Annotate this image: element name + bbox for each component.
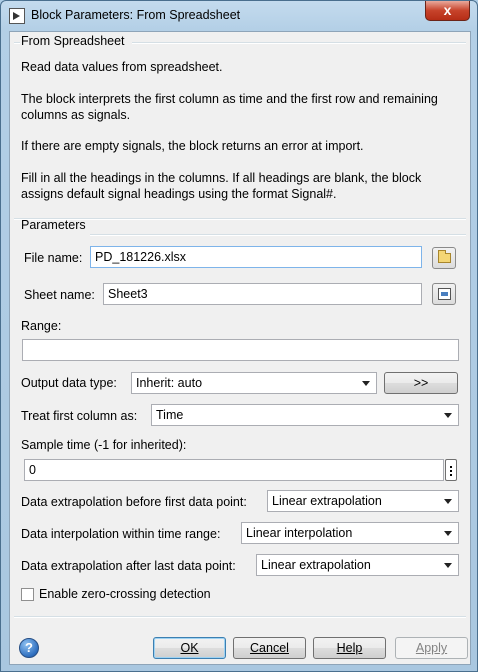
ok-button[interactable]: OK [153, 637, 226, 659]
dialog-client: From Spreadsheet Read data values from s… [9, 31, 471, 665]
chevron-down-icon [444, 499, 452, 504]
file-name-input[interactable]: PD_181226.xlsx [90, 246, 422, 268]
simulink-block-icon [9, 8, 25, 24]
select-sheet-button[interactable] [432, 283, 456, 305]
interpolation-value: Linear interpolation [246, 526, 353, 540]
extrapolation-before-dropdown[interactable]: Linear extrapolation [267, 490, 459, 512]
extrapolation-after-value: Linear extrapolation [261, 558, 371, 572]
file-name-label: File name: [24, 251, 83, 265]
description-line: If there are empty signals, the block re… [21, 139, 364, 153]
close-button[interactable]: x [425, 1, 470, 21]
browse-file-button[interactable] [432, 247, 456, 269]
spreadsheet-icon [438, 288, 451, 300]
sample-time-label: Sample time (-1 for inherited): [21, 438, 187, 452]
treat-first-column-value: Time [156, 408, 184, 422]
apply-button-label: Apply [415, 641, 448, 655]
extrapolation-after-label: Data extrapolation after last data point… [21, 559, 236, 573]
block-group-title: From Spreadsheet [21, 34, 125, 48]
zero-crossing-label[interactable]: Enable zero-crossing detection [39, 587, 211, 601]
title-bar[interactable]: Block Parameters: From Spreadsheet x [1, 1, 477, 31]
window-title: Block Parameters: From Spreadsheet [31, 8, 241, 22]
treat-first-column-dropdown[interactable]: Time [151, 404, 459, 426]
group-divider [14, 42, 20, 44]
output-data-type-value: Inherit: auto [136, 376, 203, 390]
sample-time-input[interactable]: 0 [24, 459, 444, 481]
chevron-down-icon [444, 531, 452, 536]
interpolation-dropdown[interactable]: Linear interpolation [241, 522, 459, 544]
range-label: Range: [21, 319, 62, 333]
zero-crossing-checkbox[interactable] [21, 588, 34, 601]
sheet-name-label: Sheet name: [24, 288, 95, 302]
apply-button[interactable]: Apply [395, 637, 468, 659]
interpolation-label: Data interpolation within time range: [21, 527, 221, 541]
cancel-button-label: Cancel [250, 641, 289, 655]
description-line: Read data values from spreadsheet. [21, 60, 223, 74]
sample-time-options-button[interactable] [445, 459, 457, 481]
extrapolation-before-label: Data extrapolation before first data poi… [21, 495, 247, 509]
group-divider [132, 42, 466, 44]
dialog-window: Block Parameters: From Spreadsheet x Fro… [0, 0, 478, 672]
help-icon[interactable]: ? [19, 638, 39, 658]
range-input[interactable] [22, 339, 459, 361]
description-line: Fill in all the headings in the columns.… [21, 171, 422, 201]
extrapolation-before-value: Linear extrapolation [272, 494, 382, 508]
group-bottom-divider [14, 616, 466, 618]
sheet-name-input[interactable]: Sheet3 [103, 283, 422, 305]
description-line: The block interprets the first column as… [21, 92, 438, 122]
output-data-type-dropdown[interactable]: Inherit: auto [131, 372, 377, 394]
parameters-group-title: Parameters [21, 218, 86, 232]
cancel-button[interactable]: Cancel [233, 637, 306, 659]
extrapolation-after-dropdown[interactable]: Linear extrapolation [256, 554, 459, 576]
folder-icon [438, 250, 451, 263]
output-data-type-label: Output data type: [21, 376, 117, 390]
help-button[interactable]: Help [313, 637, 386, 659]
treat-first-column-label: Treat first column as: [21, 409, 138, 423]
ok-button-label: OK [180, 641, 199, 655]
chevron-down-icon [362, 381, 370, 386]
chevron-down-icon [444, 413, 452, 418]
group-divider [90, 234, 466, 236]
help-button-label: Help [336, 641, 363, 655]
data-type-assistant-button[interactable]: >> [384, 372, 458, 394]
chevron-down-icon [444, 563, 452, 568]
